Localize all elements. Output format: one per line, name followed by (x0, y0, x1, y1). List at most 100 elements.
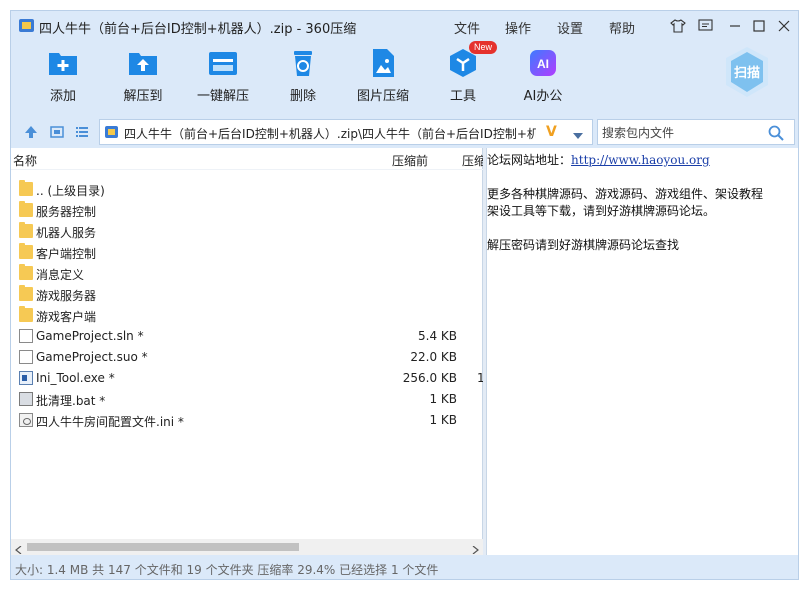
scan-label: 扫描 (733, 66, 760, 81)
column-name[interactable]: 名称 (13, 152, 37, 169)
file-name: 消息定义 (36, 268, 85, 282)
file-name: GameProject.sln * (36, 329, 144, 343)
v-logo: V (546, 124, 557, 140)
image-compress-label: 图片压缩 (356, 89, 409, 104)
folder-icon (19, 264, 33, 280)
delete-label: 删除 (289, 89, 316, 104)
chevron-down-icon[interactable] (572, 129, 584, 143)
file-rows: .. (上级目录) 服务器控制机器人服务客户端控制消息定义游戏服务器游戏客户端 Ga… (11, 179, 485, 431)
comment-line-3: 架设工具等下载，请到好游棋牌源码论坛。 (487, 204, 716, 218)
file-size: 22.0 KB (410, 350, 457, 364)
ai-office-button[interactable]: AI AI办公 (503, 47, 583, 104)
status-bar: 大小: 1.4 MB 共 147 个文件和 19 个文件夹 压缩率 29.4% … (11, 558, 798, 579)
site-link[interactable]: http://www.haoyou.org (571, 153, 710, 167)
list-view-icon[interactable] (74, 124, 90, 140)
batch-file-icon (19, 392, 33, 406)
folder-icon (19, 180, 33, 196)
file-name: Ini_Tool.exe * (36, 371, 115, 385)
archive-app-icon (19, 19, 34, 32)
title-bar: 四人牛牛（前台+后台ID控制+机器人）.zip - 360压缩 文件 操作 设置… (11, 11, 798, 41)
file-list-header: 名称 压缩前 压缩 (11, 148, 486, 170)
file-name: 客户端控制 (36, 247, 97, 261)
file-row[interactable]: 游戏服务器 (11, 284, 483, 305)
file-size: 5.4 KB (418, 329, 457, 343)
folder-icon (19, 306, 33, 322)
file-row[interactable]: 服务器控制 (11, 200, 483, 221)
feedback-icon[interactable] (694, 16, 716, 36)
archive-comment-pane: 论坛网站地址：http://www.haoyou.org 更多各种棋牌源码、游戏… (486, 148, 798, 555)
search-box (597, 119, 795, 145)
menu-file[interactable]: 文件 (454, 18, 480, 37)
ai-icon-text: AI (537, 57, 549, 71)
window-title: 四人牛牛（前台+后台ID控制+机器人）.zip - 360压缩 (39, 22, 357, 37)
document-icon (19, 329, 33, 343)
menu-settings[interactable]: 设置 (557, 18, 583, 37)
file-row[interactable]: GameProject.suo * 22.0 KB (11, 347, 483, 368)
extract-to-button[interactable]: 解压到 (103, 47, 183, 104)
address-bar[interactable]: 四人牛牛（前台+后台ID控制+机器人）.zip\四人牛牛（前台+后台ID控制+机… (99, 119, 593, 145)
search-input[interactable] (602, 124, 762, 141)
tools-button[interactable]: New 工具 (423, 41, 503, 104)
ai-office-icon: AI (527, 47, 559, 79)
image-compress-icon (367, 47, 399, 79)
folder-icon (19, 222, 33, 238)
file-row[interactable]: Ini_Tool.exe * 256.0 KB 1 (11, 368, 485, 389)
address-path: 四人牛牛（前台+后台ID控制+机器人）.zip\四人牛牛（前台+后台ID控制+机… (124, 127, 536, 141)
search-icon[interactable] (768, 125, 784, 144)
ai-office-label: AI办公 (523, 89, 563, 104)
file-name: GameProject.suo * (36, 350, 148, 364)
file-size: 1 KB (429, 413, 457, 427)
file-list-pane: 名称 压缩前 压缩 .. (上级目录) 服务器控制机器人服务客户端控制消息定义游戏… (11, 148, 486, 555)
scroll-left-arrow-icon[interactable] (15, 543, 23, 555)
up-arrow-icon[interactable] (23, 124, 39, 140)
comment-line-2: 更多各种棋牌源码、游戏源码、游戏组件、架设教程 (487, 187, 764, 201)
file-row[interactable]: 批清理.bat * 1 KB (11, 389, 483, 410)
file-row[interactable]: 机器人服务 (11, 221, 483, 242)
file-row[interactable]: 消息定义 (11, 263, 483, 284)
executable-icon (19, 371, 33, 385)
file-name: 机器人服务 (36, 226, 97, 240)
one-click-extract-label: 一键解压 (196, 89, 249, 104)
menu-operate[interactable]: 操作 (505, 18, 531, 37)
file-name: 游戏服务器 (36, 289, 97, 303)
document-icon (19, 350, 33, 364)
file-name: 四人牛牛房间配置文件.ini * (36, 415, 184, 429)
file-row[interactable]: .. (上级目录) (11, 179, 483, 200)
recycle-bin-icon (287, 47, 319, 79)
main-toolbar: 添加 解压到 一键解压 删除 图片压缩 New 工具 AI AI办公 扫描 (11, 41, 798, 117)
delete-button[interactable]: 删除 (263, 47, 343, 104)
menu-help[interactable]: 帮助 (609, 18, 635, 37)
file-row[interactable]: GameProject.sln * 5.4 KB (11, 326, 483, 347)
maximize-icon[interactable] (748, 16, 770, 36)
extract-to-icon (127, 47, 159, 79)
skin-shirt-icon[interactable] (667, 16, 689, 36)
folder-icon (19, 285, 33, 301)
file-size: 1 KB (429, 392, 457, 406)
add-button[interactable]: 添加 (23, 47, 103, 104)
app-window: 四人牛牛（前台+后台ID控制+机器人）.zip - 360压缩 文件 操作 设置… (10, 10, 799, 580)
file-name: .. (上级目录) (36, 184, 105, 198)
add-archive-icon (47, 47, 79, 79)
scan-button[interactable]: 扫描 (723, 45, 771, 99)
minimize-icon[interactable] (724, 16, 746, 36)
thumbnail-view-icon[interactable] (49, 124, 65, 140)
add-label: 添加 (49, 89, 76, 104)
scroll-right-arrow-icon[interactable] (471, 543, 479, 555)
one-click-extract-button[interactable]: 一键解压 (183, 47, 263, 104)
image-compress-button[interactable]: 图片压缩 (343, 47, 423, 104)
file-row[interactable]: 客户端控制 (11, 242, 483, 263)
extract-to-label: 解压到 (123, 89, 163, 104)
file-row[interactable]: 四人牛牛房间配置文件.ini * 1 KB (11, 410, 483, 431)
close-icon[interactable] (773, 16, 795, 36)
file-size: 256.0 KB (402, 371, 457, 385)
one-click-extract-icon (207, 47, 239, 79)
horizontal-scrollbar[interactable] (11, 539, 483, 555)
scrollbar-thumb[interactable] (27, 543, 299, 551)
status-text: 大小: 1.4 MB 共 147 个文件和 19 个文件夹 压缩率 29.4% … (15, 563, 439, 577)
file-row[interactable]: 游戏客户端 (11, 305, 483, 326)
file-name: 批清理.bat * (36, 394, 106, 408)
comment-line-1: 论坛网站地址：http://www.haoyou.org (487, 151, 710, 168)
file-name: 游戏客户端 (36, 310, 97, 324)
column-size-before[interactable]: 压缩前 (392, 152, 428, 169)
address-row: 四人牛牛（前台+后台ID控制+机器人）.zip\四人牛牛（前台+后台ID控制+机… (11, 118, 798, 146)
